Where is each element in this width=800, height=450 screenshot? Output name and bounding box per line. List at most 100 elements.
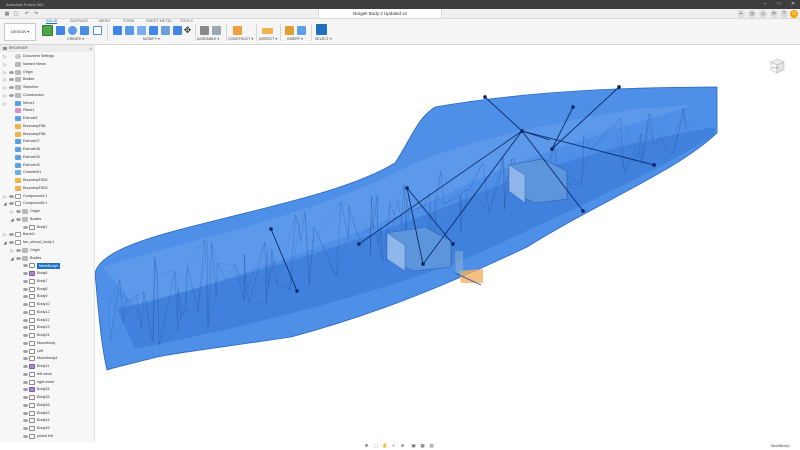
- tree-item[interactable]: Left: [0, 348, 95, 356]
- tree-item[interactable]: Mountbody: [0, 340, 95, 348]
- data-panel-icon[interactable]: ▦: [4, 11, 10, 17]
- tree-item[interactable]: Body22: [0, 317, 95, 325]
- expand-toggle-icon[interactable]: ▷: [10, 209, 14, 215]
- tree-item[interactable]: Body6: [0, 270, 95, 278]
- fillet-icon[interactable]: [125, 26, 134, 35]
- tree-item[interactable]: ▷ Construction: [0, 92, 95, 100]
- insert-menu[interactable]: INSERT ▾: [287, 37, 303, 41]
- tree-item[interactable]: ▷ Origin: [0, 69, 95, 77]
- visibility-eye-icon[interactable]: [23, 411, 28, 415]
- look-at-icon[interactable]: ⬚: [373, 443, 378, 448]
- expand-toggle-icon[interactable]: ▷: [3, 54, 7, 60]
- expand-toggle-icon[interactable]: ▷: [3, 77, 7, 83]
- tree-item[interactable]: Body10: [0, 301, 95, 309]
- tree-item[interactable]: ▷ Mirror1: [0, 100, 95, 108]
- visibility-eye-icon[interactable]: [23, 318, 28, 322]
- tree-item[interactable]: ▷ Named Views: [0, 61, 95, 69]
- assemble-menu[interactable]: ASSEMBLE ▾: [197, 37, 219, 41]
- expand-toggle-icon[interactable]: ▷: [3, 62, 7, 68]
- tree-item[interactable]: left mesh: [0, 371, 95, 379]
- tree-item[interactable]: Extrude30: [0, 162, 95, 170]
- visibility-eye-icon[interactable]: [23, 264, 28, 268]
- expand-toggle-icon[interactable]: ◢: [3, 240, 7, 246]
- visibility-eye-icon[interactable]: [9, 194, 14, 198]
- tree-item[interactable]: Body36: [0, 402, 95, 410]
- maximize-button[interactable]: □: [774, 1, 784, 8]
- modify-menu[interactable]: MODIFY ▾: [143, 37, 160, 41]
- collapse-browser-button[interactable]: «: [90, 46, 92, 51]
- offset-plane-icon[interactable]: [233, 26, 242, 35]
- visibility-eye-icon[interactable]: [9, 241, 14, 244]
- tree-item[interactable]: Body1: [0, 224, 95, 232]
- visibility-eye-icon[interactable]: [23, 326, 28, 330]
- visibility-eye-icon[interactable]: [23, 357, 28, 361]
- user-avatar[interactable]: U: [790, 10, 798, 18]
- tree-item[interactable]: ▷ Origin: [0, 208, 95, 216]
- tree-item[interactable]: Body24: [0, 332, 95, 340]
- viewports-icon[interactable]: ▤: [429, 443, 434, 448]
- tree-item[interactable]: Chamfer51: [0, 169, 95, 177]
- tree-item[interactable]: Body35: [0, 394, 95, 402]
- new-component-icon[interactable]: [200, 26, 209, 35]
- tree-item[interactable]: Body8: [0, 286, 95, 294]
- tree-item[interactable]: Body34: [0, 386, 95, 394]
- visibility-eye-icon[interactable]: [23, 334, 28, 337]
- tab-solid[interactable]: SOLID: [46, 19, 58, 24]
- view-cube[interactable]: FRONT: [768, 57, 786, 75]
- tree-item[interactable]: BoundaryFill33: [0, 185, 95, 193]
- visibility-eye-icon[interactable]: [23, 396, 28, 399]
- tab-sheet-metal[interactable]: SHEET METAL: [146, 19, 172, 23]
- tree-item[interactable]: right mesh: [0, 379, 95, 387]
- visibility-eye-icon[interactable]: [9, 93, 14, 97]
- insert-image-icon[interactable]: [297, 26, 306, 35]
- visibility-eye-icon[interactable]: [23, 427, 28, 430]
- tree-item[interactable]: Body9: [0, 293, 95, 301]
- visibility-eye-icon[interactable]: [23, 365, 28, 368]
- close-button[interactable]: ✕: [788, 1, 798, 8]
- expand-toggle-icon[interactable]: ▷: [3, 70, 7, 76]
- tree-item[interactable]: Body42: [0, 410, 95, 418]
- tree-item[interactable]: Extrude28: [0, 146, 95, 154]
- tree-item[interactable]: Body23: [0, 324, 95, 332]
- insert-derive-icon[interactable]: [285, 26, 294, 35]
- visibility-eye-icon[interactable]: [9, 202, 14, 206]
- tree-item[interactable]: Body7: [0, 278, 95, 286]
- tree-item[interactable]: Body45: [0, 425, 95, 433]
- zoom-icon[interactable]: ⌕: [391, 443, 396, 448]
- tree-item[interactable]: Body44: [0, 417, 95, 425]
- revolve-icon[interactable]: [68, 26, 77, 35]
- tree-item[interactable]: ◢ Component5:1: [0, 200, 95, 208]
- tree-item[interactable]: Mountbody4: [0, 355, 95, 363]
- create-menu[interactable]: CREATE ▾: [67, 37, 84, 41]
- visibility-eye-icon[interactable]: [23, 310, 28, 314]
- tree-item[interactable]: ▷ Sketches: [0, 84, 95, 92]
- tree-item[interactable]: BoundaryFill6: [0, 131, 95, 139]
- workspace-switcher[interactable]: DESIGN ▾: [4, 23, 36, 41]
- inspect-menu[interactable]: INSPECT ▾: [259, 37, 277, 41]
- visibility-eye-icon[interactable]: [9, 86, 14, 89]
- refresh-icon[interactable]: ⟳: [770, 10, 778, 18]
- grid-settings-icon[interactable]: ▦: [420, 443, 425, 448]
- tree-item[interactable]: Body11: [0, 363, 95, 371]
- fit-icon[interactable]: ⊕: [400, 443, 405, 448]
- expand-toggle-icon[interactable]: ◢: [10, 217, 14, 223]
- document-tab[interactable]: Nargek Body 2 Updated v2: [318, 9, 442, 19]
- box-select-icon[interactable]: [93, 26, 102, 35]
- display-settings-icon[interactable]: ▣: [411, 443, 416, 448]
- move-icon[interactable]: ✥: [183, 26, 192, 35]
- redo-icon[interactable]: ↷: [33, 11, 39, 17]
- tree-item[interactable]: Extrude1: [0, 115, 95, 123]
- expand-toggle-icon[interactable]: ▷: [10, 248, 14, 254]
- visibility-eye-icon[interactable]: [23, 388, 28, 392]
- new-tab-icon[interactable]: +: [737, 10, 745, 18]
- expand-toggle-icon[interactable]: ▷: [3, 93, 7, 99]
- new-sketch-icon[interactable]: [42, 25, 53, 36]
- visibility-eye-icon[interactable]: [23, 434, 28, 438]
- job-status-icon[interactable]: ◷: [748, 10, 756, 18]
- chamfer-icon[interactable]: [137, 26, 146, 35]
- visibility-eye-icon[interactable]: [23, 380, 28, 384]
- visibility-eye-icon[interactable]: [23, 287, 28, 291]
- tree-item[interactable]: ◢ fan_shroud_body:1: [0, 239, 95, 247]
- tree-item[interactable]: Extrude29: [0, 154, 95, 162]
- press-pull-icon[interactable]: [113, 26, 122, 35]
